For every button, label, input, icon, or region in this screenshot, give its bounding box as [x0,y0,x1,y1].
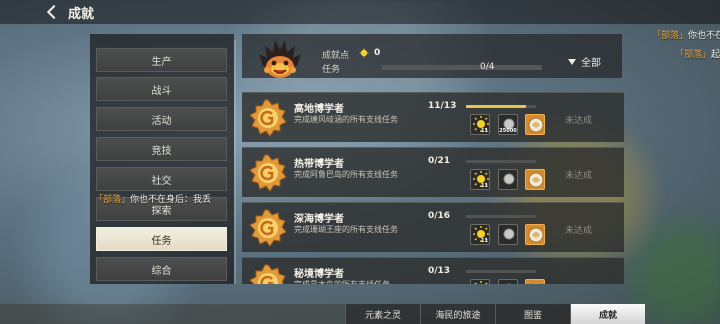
achievement-name: 热带博学者 [294,159,344,170]
reward-star-icon[interactable]: 11 [470,224,490,245]
page-title: 成就 [68,6,95,22]
achievement-point-icon [359,48,369,58]
reward-star-icon[interactable] [470,279,490,284]
sidebar-item-general[interactable]: 综合 [96,257,227,281]
achievement-badge-icon [249,99,287,137]
task-label: 任务 [322,65,341,75]
achievement-progress-bar [466,160,536,163]
reward-shell-icon[interactable] [525,114,545,135]
reward-star-count: 11 [481,238,488,244]
top-bar: 成就 [0,0,720,24]
achievement-name: 高地博学者 [294,104,344,115]
achievement-progress-fill [466,105,526,108]
achievement-description: 完成珊瑚王座的所有支线任务 [294,225,398,234]
reward-shell-icon[interactable] [525,279,545,284]
achievement-row[interactable]: 秘境博学者 完成昌木岛的所有支线任务 0/13 [242,257,624,284]
points-label: 成就点 [322,51,350,61]
tab-sea-folk-journey[interactable]: 海民的旅途 [420,304,495,324]
achievement-row[interactable]: 深海博学者 完成珊瑚王座的所有支线任务 0/16 11 未达成 [242,202,624,252]
achievement-description: 完成昌木岛的所有支线任务 [294,279,390,284]
points-value: 0 [374,48,381,58]
achievement-progress-bar [466,105,536,108]
achievement-status: 未达成 [565,116,593,126]
achievement-description: 完成缠风岐涵的所有支线任务 [294,115,398,124]
achievement-status: 未达成 [565,171,593,181]
reward-star-icon[interactable]: 11 [470,169,490,190]
achievement-badge-icon [249,209,287,247]
chat-message: 「部落」起 [675,50,720,60]
achievement-status: 未达成 [565,226,593,236]
reward-coin-icon[interactable] [498,169,518,190]
achievement-progress-text: 0/21 [428,156,451,166]
back-arrow-icon[interactable] [46,5,60,19]
sidebar-item-arena[interactable]: 竞技 [96,137,227,161]
achievement-list[interactable]: 高地博学者 完成缠风岐涵的所有支线任务 11/13 11 25000 未达成 热… [242,88,626,284]
achievement-name: 秘境博学者 [294,269,344,280]
tab-elemental-spirit[interactable]: 元素之灵 [345,304,420,324]
reward-star-count: 11 [481,183,488,189]
mascot-character-icon [259,40,301,78]
filter-label: 全部 [581,58,601,69]
tab-achievements[interactable]: 成就 [570,304,645,324]
tab-codex[interactable]: 图鉴 [495,304,570,324]
reward-star-count: 11 [481,128,488,134]
reward-coin-icon[interactable] [498,279,518,284]
reward-coin-amount: 25000 [499,128,517,134]
sidebar-item-events[interactable]: 活动 [96,107,227,131]
achievement-progress-bar [466,270,536,273]
task-count: 0/4 [480,62,495,72]
achievement-progress-text: 0/13 [428,266,451,276]
achievement-progress-text: 11/13 [428,101,457,111]
dropdown-triangle-icon [568,58,576,65]
chat-message: 「部落」你也不在身后 [652,31,720,41]
achievement-badge-icon [249,264,287,284]
achievement-row[interactable]: 热带博学者 完成阿鲁巴岛的所有支线任务 0/21 11 未达成 [242,147,624,197]
achievement-name: 深海博学者 [294,214,344,225]
divider [234,40,236,284]
task-progress-bar [382,65,542,70]
sidebar-item-quests[interactable]: 任务 [96,227,227,251]
achievement-progress-text: 0/16 [428,211,451,221]
achievement-progress-bar [466,215,536,218]
bottom-strip [0,304,345,324]
sidebar-item-production[interactable]: 生产 [96,48,227,72]
category-sidebar: 生产 战斗 活动 竞技 社交 探索 任务 综合 [90,34,234,284]
reward-shell-icon[interactable] [525,224,545,245]
reward-coin-icon[interactable]: 25000 [498,114,518,135]
chat-message: 「部落」你也不在身后：我丢 [94,195,212,205]
filter-dropdown[interactable]: 全部 [568,54,601,69]
reward-star-icon[interactable]: 11 [470,114,490,135]
achievement-row[interactable]: 高地博学者 完成缠风岐涵的所有支线任务 11/13 11 25000 未达成 [242,92,624,142]
reward-shell-icon[interactable] [525,169,545,190]
achievement-description: 完成阿鲁巴岛的所有支线任务 [294,170,398,179]
bottom-tab-bar: 元素之灵 海民的旅途 图鉴 成就 [345,304,720,324]
reward-coin-icon[interactable] [498,224,518,245]
sidebar-item-combat[interactable]: 战斗 [96,77,227,101]
achievement-badge-icon [249,154,287,192]
sidebar-item-social[interactable]: 社交 [96,167,227,191]
